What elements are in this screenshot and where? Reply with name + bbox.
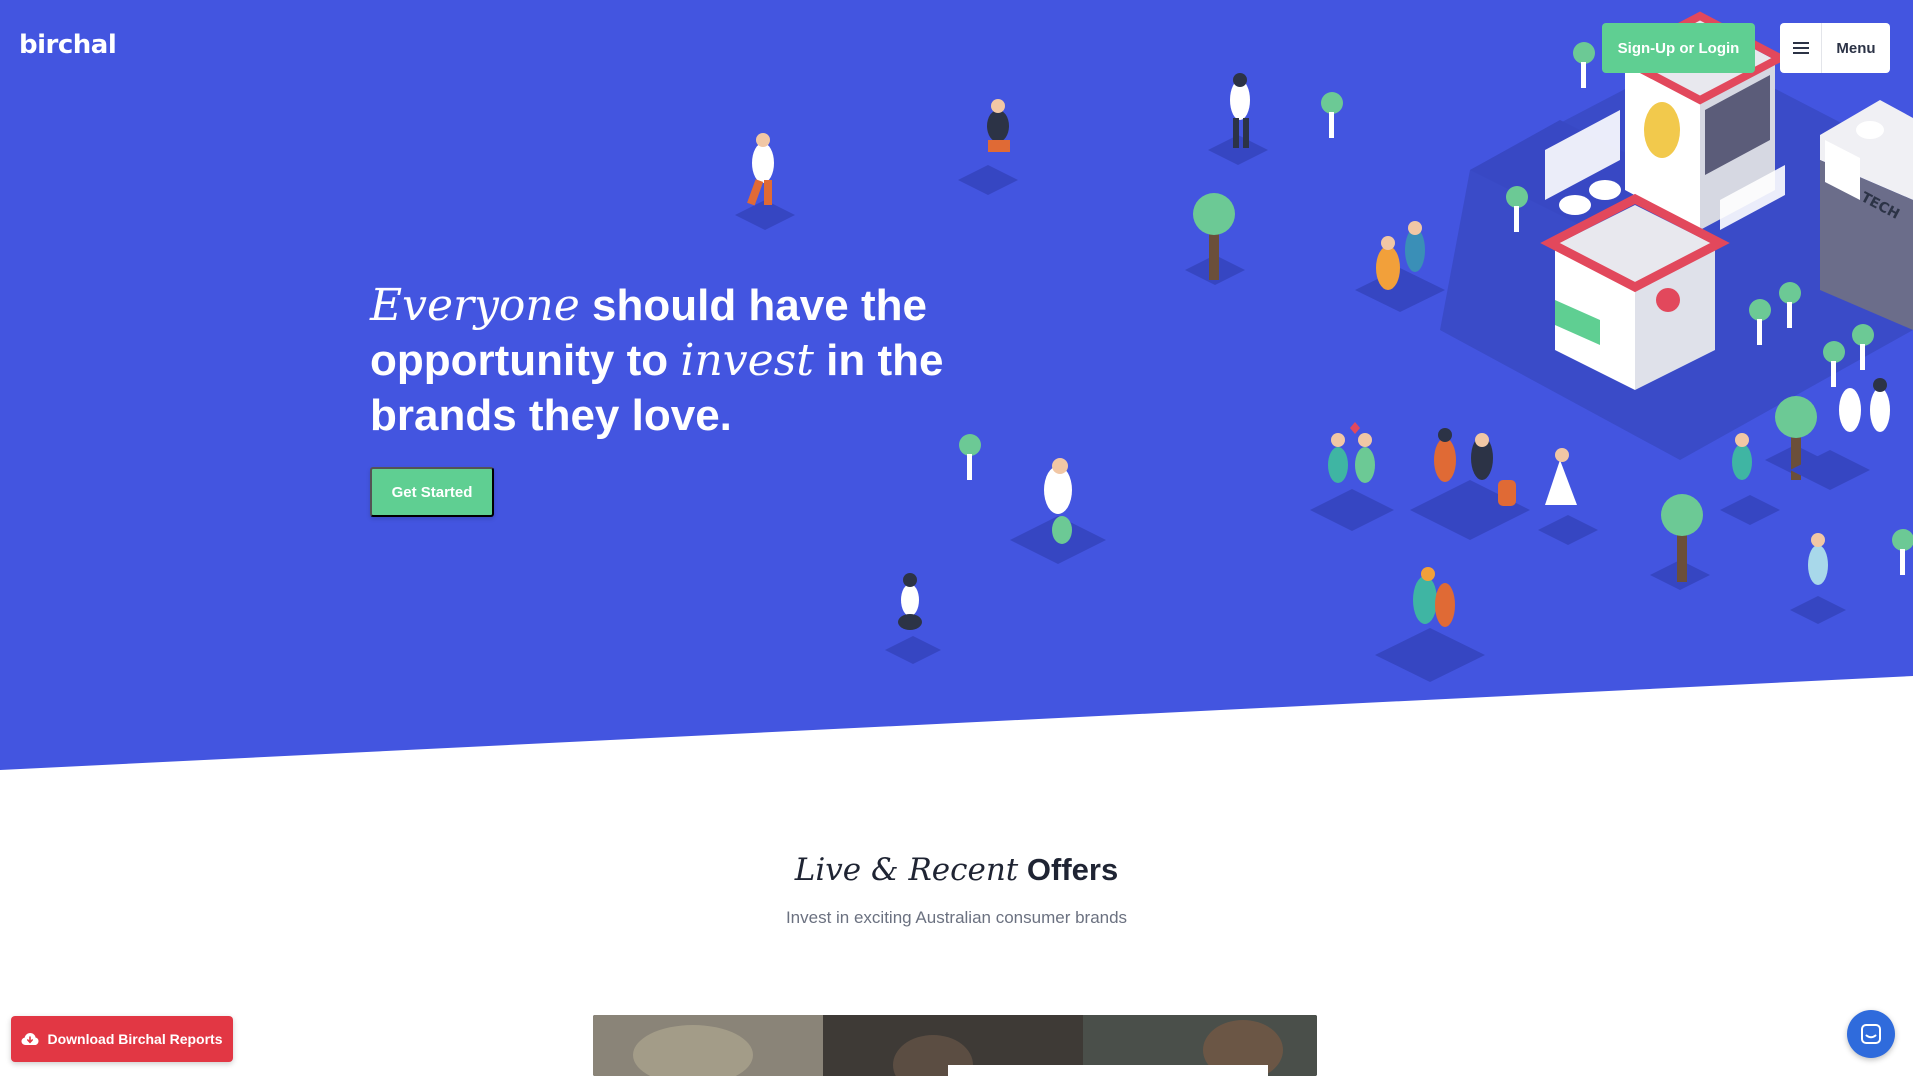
offers-title-bold: Offers (1026, 852, 1119, 887)
chat-launcher-button[interactable] (1847, 1010, 1895, 1058)
offers-subtitle: Invest in exciting Australian consumer b… (785, 908, 1128, 927)
hero-section: TECH birchal Sign-Up or Login Menu Every… (0, 0, 1913, 770)
offer-card-photo (593, 1015, 1317, 1076)
get-started-button[interactable]: Get Started (370, 467, 494, 517)
cloud-download-icon (21, 1033, 39, 1045)
headline-everyone: Everyone (370, 280, 580, 331)
chat-icon (1861, 1024, 1881, 1044)
menu-button[interactable]: Menu (1780, 23, 1890, 73)
offer-card-image[interactable] (593, 1015, 1317, 1076)
download-reports-label: Download Birchal Reports (47, 1031, 223, 1047)
hero-headline: Everyone should have the opportunity to … (370, 278, 990, 443)
menu-label: Menu (1836, 39, 1876, 57)
birchal-logo[interactable]: birchal (19, 30, 117, 60)
download-reports-button[interactable]: Download Birchal Reports (11, 1016, 233, 1062)
hamburger-icon (1780, 23, 1822, 73)
offers-title-serif: Live & Recent (794, 852, 1019, 888)
signup-login-button[interactable]: Sign-Up or Login (1602, 23, 1755, 73)
offers-title: Live & Recent Offers (0, 852, 1913, 888)
headline-invest: invest (680, 335, 814, 386)
